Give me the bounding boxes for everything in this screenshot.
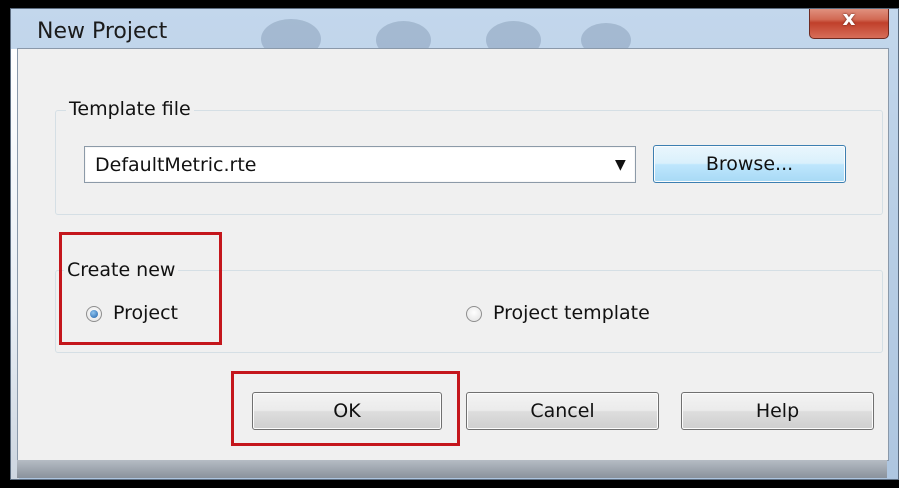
highlight-create-new: [59, 232, 222, 345]
template-file-value: DefaultMetric.rte: [95, 154, 257, 176]
background-strip: [17, 460, 887, 478]
window-title: New Project: [37, 19, 168, 44]
close-icon: x: [842, 8, 856, 30]
radio-project-template[interactable]: [466, 306, 482, 322]
template-file-combo[interactable]: DefaultMetric.rte ▼: [84, 146, 636, 183]
radio-project-template-label[interactable]: Project template: [493, 302, 650, 324]
highlight-ok-button: [231, 371, 460, 446]
chevron-down-icon[interactable]: ▼: [615, 157, 626, 173]
template-file-label: Template file: [66, 98, 194, 120]
browse-button[interactable]: Browse...: [653, 145, 846, 183]
close-button[interactable]: x: [809, 8, 889, 39]
help-button[interactable]: Help: [681, 392, 874, 430]
cancel-button[interactable]: Cancel: [466, 392, 659, 430]
